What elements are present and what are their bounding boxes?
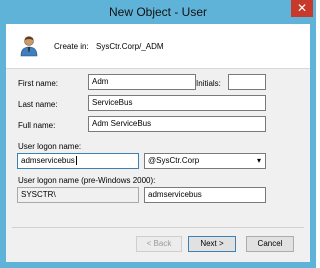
header-divider — [6, 68, 310, 69]
create-in-label: Create in: — [54, 42, 89, 51]
first-name-field[interactable]: Adm — [88, 74, 196, 90]
text-caret — [75, 156, 77, 166]
back-button[interactable]: < Back — [136, 236, 182, 252]
last-name-label: Last name: — [18, 100, 58, 109]
last-name-field[interactable]: ServiceBus — [88, 95, 266, 111]
domain-select[interactable]: @SysCtr.Corp ▾ — [144, 153, 266, 169]
full-name-field[interactable]: Adm ServiceBus — [88, 116, 266, 132]
logon-name-value: admservicebus — [21, 156, 75, 165]
domain-value: @SysCtr.Corp — [148, 156, 200, 165]
pre2000-domain-field: SYSCTR\ — [17, 187, 139, 203]
dialog-client-area: Create in: SysCtr.Corp/_ADM First name: … — [6, 24, 310, 262]
pre2000-label: User logon name (pre-Windows 2000): — [18, 176, 156, 185]
dialog-header: Create in: SysCtr.Corp/_ADM — [6, 24, 310, 68]
initials-field[interactable] — [228, 74, 266, 90]
title-bar[interactable]: New Object - User ✕ — [0, 0, 316, 24]
initials-label: Initials: — [196, 79, 221, 88]
new-object-user-window: New Object - User ✕ Create in: SysCtr.Co… — [0, 0, 316, 268]
window-title: New Object - User — [108, 5, 208, 19]
create-in-path: SysCtr.Corp/_ADM — [96, 42, 164, 51]
close-button[interactable]: ✕ — [291, 0, 313, 17]
full-name-label: Full name: — [18, 121, 56, 130]
cancel-button[interactable]: Cancel — [246, 236, 294, 252]
chevron-down-icon: ▾ — [256, 156, 261, 165]
logon-name-field[interactable]: admservicebus — [17, 153, 139, 169]
user-icon — [19, 35, 39, 59]
logon-name-label: User logon name: — [18, 142, 82, 151]
footer-divider — [12, 227, 304, 228]
pre2000-name-field[interactable]: admservicebus — [144, 187, 266, 203]
first-name-label: First name: — [18, 79, 59, 88]
next-button[interactable]: Next > — [188, 236, 236, 252]
